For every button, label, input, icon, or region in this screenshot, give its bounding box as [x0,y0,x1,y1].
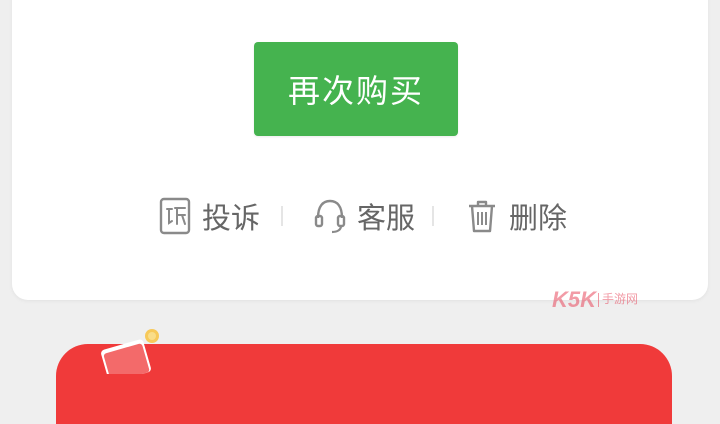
red-envelope-decoration [101,329,159,374]
action-divider [281,206,283,226]
customer-service-action[interactable]: 客服 [313,190,415,242]
site-watermark: K5K 手游网 [552,288,638,312]
customer-service-label: 客服 [357,201,416,235]
complain-label: 投诉 [202,201,261,235]
headset-icon [313,196,347,236]
delete-action[interactable]: 删除 [465,190,567,242]
watermark-logo: K5K [552,287,597,312]
watermark-subtext: 手游网 [598,293,638,307]
order-actions-bar: 投诉 客服 删除 [0,190,720,242]
delete-label: 删除 [509,201,568,235]
action-divider [432,206,434,226]
trash-icon [465,196,499,236]
complain-icon [158,196,192,236]
complain-action[interactable]: 投诉 [158,190,260,242]
buy-again-button[interactable]: 再次购买 [254,42,458,136]
